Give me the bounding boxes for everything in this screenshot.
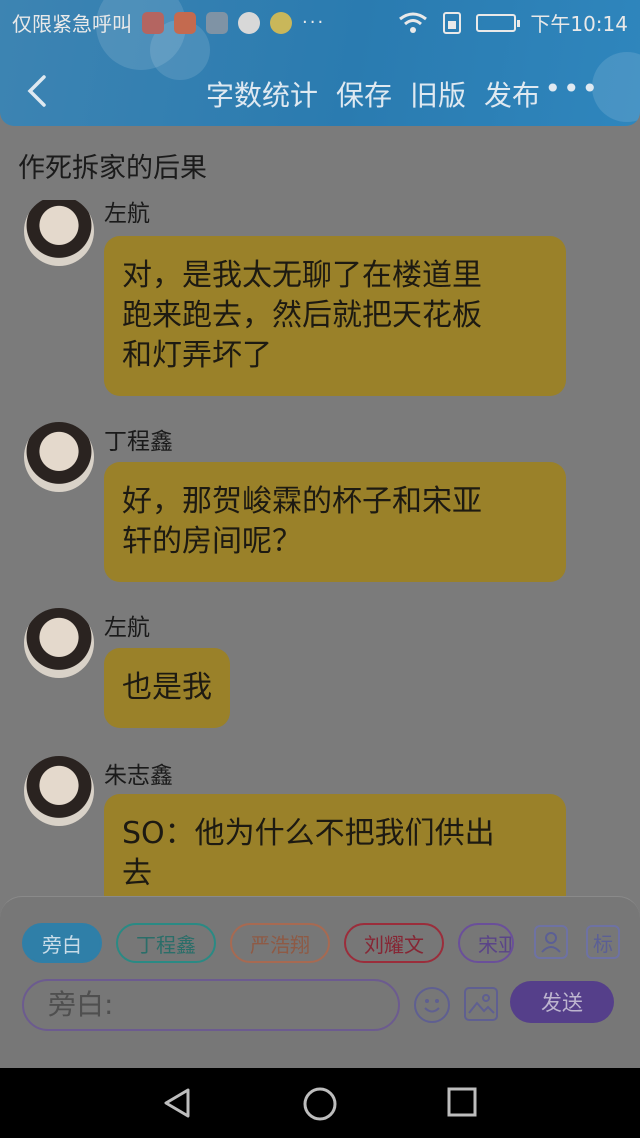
chat-message: 朱志鑫 SO：他为什么不把我们供出 去 <box>0 754 640 896</box>
weibo-app-icon <box>238 11 260 34</box>
avatar[interactable] <box>24 756 94 826</box>
avatar[interactable] <box>24 608 94 678</box>
send-button[interactable]: 发送 <box>510 981 614 1023</box>
character-chip[interactable]: 丁程鑫 <box>116 923 216 963</box>
word-count-button[interactable]: 字数统计 <box>206 74 318 114</box>
story-title: 作死拆家的后果 <box>18 153 207 184</box>
chat-list[interactable]: 左航 对，是我太无聊了在楼道里 跑来跑去，然后就把天花板 和灯弄坏了 丁程鑫 好… <box>0 200 640 896</box>
header-nav: 字数统计 保存 旧版 发布 ••• <box>0 62 640 122</box>
character-chip[interactable]: 严浩翔 <box>230 923 330 963</box>
message-bubble[interactable]: 也是我 <box>104 648 230 728</box>
avatar[interactable] <box>24 200 94 266</box>
status-bar: 仅限紧急呼叫 ··· 下午10:14 <box>0 0 640 44</box>
chat-message: 左航 也是我 <box>0 606 640 736</box>
speaker-name: 左航 <box>104 201 150 227</box>
composer-panel: 旁白 丁程鑫 严浩翔 刘耀文 宋亚 标 旁白: 发送 <box>0 896 640 1068</box>
wifi-icon <box>399 12 428 33</box>
speaker-name: 朱志鑫 <box>104 763 173 789</box>
alert-app-icon <box>174 11 196 34</box>
home-nav-icon[interactable] <box>302 1086 338 1122</box>
character-chip-narrator[interactable]: 旁白 <box>22 923 102 963</box>
message-input[interactable]: 旁白: <box>22 979 400 1031</box>
character-manage-icon[interactable] <box>534 925 568 959</box>
clock: 下午10:14 <box>530 12 628 36</box>
publish-button[interactable]: 发布 <box>484 74 540 114</box>
character-chips: 旁白 丁程鑫 严浩翔 刘耀文 宋亚 <box>22 923 514 963</box>
system-nav-bar <box>0 1068 640 1138</box>
speaker-name: 丁程鑫 <box>104 429 173 455</box>
message-bubble[interactable]: 对，是我太无聊了在楼道里 跑来跑去，然后就把天花板 和灯弄坏了 <box>104 236 566 396</box>
old-version-button[interactable]: 旧版 <box>410 74 466 114</box>
sim-icon <box>443 11 462 34</box>
gallery-app-icon <box>206 11 228 34</box>
save-button[interactable]: 保存 <box>336 74 392 114</box>
image-icon[interactable] <box>464 987 498 1021</box>
emoji-icon[interactable] <box>414 987 450 1023</box>
back-arrow-icon[interactable] <box>22 74 52 108</box>
chat-message: 丁程鑫 好，那贺峻霖的杯子和宋亚 轩的房间呢？ <box>0 420 640 590</box>
character-chip[interactable]: 刘耀文 <box>344 923 444 963</box>
chat-app-icon <box>270 11 292 34</box>
battery-icon <box>476 13 521 32</box>
avatar[interactable] <box>24 422 94 492</box>
speaker-name: 左航 <box>104 615 150 641</box>
more-menu-icon[interactable]: ••• <box>544 72 600 105</box>
recents-nav-icon[interactable] <box>446 1086 478 1118</box>
message-bubble[interactable]: 好，那贺峻霖的杯子和宋亚 轩的房间呢？ <box>104 462 566 582</box>
more-notifications-icon: ··· <box>302 12 326 33</box>
carrier-text: 仅限紧急呼叫 <box>12 12 132 36</box>
chat-message: 左航 对，是我太无聊了在楼道里 跑来跑去，然后就把天花板 和灯弄坏了 <box>0 200 640 396</box>
back-nav-icon[interactable] <box>160 1086 194 1120</box>
message-bubble[interactable]: SO：他为什么不把我们供出 去 <box>104 794 566 896</box>
mail-app-icon <box>142 11 164 34</box>
mark-icon[interactable]: 标 <box>586 925 620 959</box>
character-chip[interactable]: 宋亚 <box>458 923 514 963</box>
top-bar: 仅限紧急呼叫 ··· 下午10:14 字数统计 保存 旧版 发布 ••• <box>0 0 640 126</box>
